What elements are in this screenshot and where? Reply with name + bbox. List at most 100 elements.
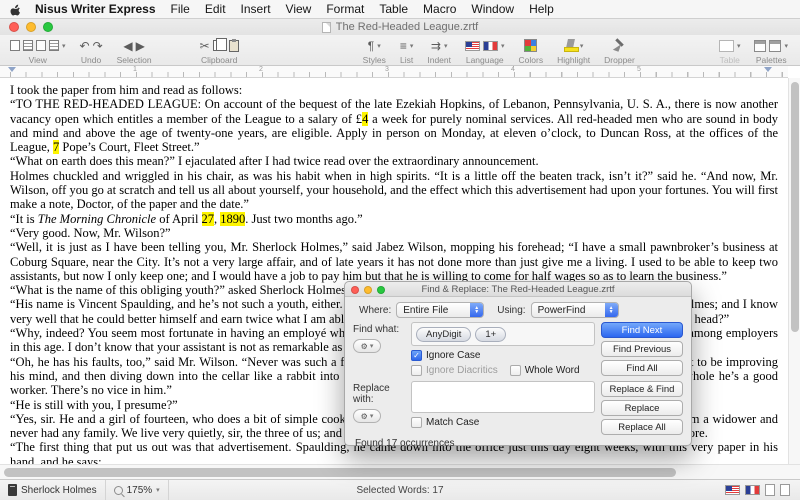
redo-icon[interactable]: ↷	[93, 39, 103, 53]
toolbar-group-clipboard[interactable]: ✂ Clipboard	[200, 37, 239, 65]
style-cell[interactable]: Sherlock Holmes	[0, 480, 106, 500]
menu-view[interactable]: View	[286, 2, 312, 16]
split-view-icon[interactable]	[49, 40, 59, 51]
dialog-zoom-button[interactable]	[377, 286, 385, 294]
draft-view-icon[interactable]	[10, 40, 20, 51]
menu-edit[interactable]: Edit	[205, 2, 226, 16]
toolbar-group-dropper[interactable]: Dropper	[604, 37, 635, 65]
vertical-scrollbar[interactable]	[788, 78, 800, 464]
paste-icon[interactable]	[228, 38, 239, 52]
palette-dock-icon[interactable]	[769, 39, 782, 52]
find-all-button[interactable]: Find All	[601, 360, 683, 376]
table-icon[interactable]	[718, 39, 734, 52]
menu-format[interactable]: Format	[326, 2, 364, 16]
secondary-flag-icon[interactable]	[483, 40, 498, 51]
copy-icon[interactable]	[212, 38, 227, 51]
menu-file[interactable]: File	[171, 2, 190, 16]
toolbar-group-indent[interactable]: ⇉ ▾ Indent	[427, 37, 451, 66]
chevron-down-icon[interactable]: ▾	[501, 42, 505, 50]
vertical-scrollbar-thumb[interactable]	[791, 82, 799, 332]
paragraph[interactable]: “It is The Morning Chronicle of April 27…	[10, 211, 778, 226]
zoom-cell[interactable]: 175% ▾	[106, 480, 169, 500]
paragraph[interactable]: “Very good. Now, Mr. Wilson?”	[10, 226, 778, 240]
find-options-gear-button[interactable]: ⚙ ▾	[353, 339, 381, 353]
chevron-down-icon[interactable]: ▾	[580, 42, 584, 50]
menu-nisus-writer-express[interactable]: Nisus Writer Express	[35, 2, 156, 16]
find-previous-button[interactable]: Find Previous	[601, 341, 683, 357]
toolbar-group-styles[interactable]: ¶ ▾ Styles	[363, 37, 386, 66]
menu-macro[interactable]: Macro	[423, 2, 456, 16]
toolbar-group-language[interactable]: ▾ Language	[465, 37, 505, 65]
facing-pages-icon[interactable]	[780, 484, 790, 496]
paragraph[interactable]: Holmes chuckled and wriggled in his chai…	[10, 169, 778, 212]
full-screen-view-icon[interactable]	[36, 40, 46, 51]
replace-options-gear-button[interactable]: ⚙ ▾	[353, 409, 381, 423]
us-flag-icon[interactable]	[725, 485, 740, 495]
dialog-minimize-button[interactable]	[364, 286, 372, 294]
minimize-button[interactable]	[26, 22, 36, 32]
toolbar-group-view[interactable]: ▾ View	[10, 37, 66, 65]
replace-all-button[interactable]: Replace All	[601, 419, 683, 435]
find-what-field[interactable]: AnyDigit 1+	[411, 322, 595, 346]
chevron-down-icon[interactable]: ▾	[377, 42, 381, 50]
highlight-icon[interactable]	[563, 39, 579, 52]
horizontal-scrollbar[interactable]	[0, 464, 800, 479]
where-select[interactable]: Entire File ▲ ▼	[396, 302, 485, 318]
find-next-button[interactable]: Find Next	[601, 322, 683, 338]
toolbar-group-list[interactable]: ≡ ▾ List	[400, 37, 414, 66]
us-flag-icon[interactable]	[465, 40, 480, 51]
replace-and-find-button[interactable]: Replace & Find	[601, 381, 683, 397]
toolbar-group-selection[interactable]: ◀ ▶ Selection	[117, 37, 152, 66]
select-next-icon[interactable]: ▶	[136, 39, 145, 53]
undo-icon[interactable]: ↶	[80, 39, 90, 53]
chevron-down-icon[interactable]: ▾	[156, 486, 160, 494]
powerfind-token[interactable]: 1+	[475, 326, 507, 342]
horizontal-scrollbar-thumb[interactable]	[4, 468, 676, 477]
paragraph-style-icon[interactable]: ¶	[368, 39, 374, 53]
toolbar-group-table[interactable]: ▾ Table	[718, 37, 741, 65]
ruler[interactable]: 1 2 3 4 5	[0, 66, 788, 78]
paragraph[interactable]: I took the paper from him and read as fo…	[10, 83, 778, 97]
dialog-title-bar[interactable]: Find & Replace: The Red-Headed League.zr…	[345, 282, 691, 297]
style-name[interactable]: Sherlock Holmes	[21, 485, 97, 496]
using-select[interactable]: PowerFind ▲ ▼	[530, 302, 619, 318]
highlighted-match[interactable]: 1890	[220, 211, 246, 226]
page-view-toggle-icon[interactable]	[765, 484, 775, 496]
replace-button[interactable]: Replace	[601, 400, 683, 416]
select-previous-icon[interactable]: ◀	[123, 39, 132, 53]
chevron-down-icon[interactable]: ▾	[784, 42, 788, 50]
colors-icon[interactable]	[524, 39, 538, 52]
list-icon[interactable]: ≡	[400, 39, 407, 53]
paragraph[interactable]: “Well, it is just as I have been telling…	[10, 240, 778, 283]
view-mode-icons[interactable]: ▾	[10, 37, 66, 54]
dialog-close-button[interactable]	[351, 286, 359, 294]
toolbar-group-palettes[interactable]: ▾ Palettes	[754, 37, 788, 65]
close-button[interactable]	[9, 22, 19, 32]
page-view-icon[interactable]	[23, 40, 33, 51]
toolbar-group-undo[interactable]: ↶ ↷ Undo	[80, 37, 103, 66]
chevron-down-icon[interactable]: ▾	[62, 42, 66, 50]
zoom-level[interactable]: 175%	[127, 485, 153, 496]
palette-icon[interactable]	[754, 39, 767, 52]
cut-icon[interactable]: ✂	[200, 39, 210, 53]
paragraph[interactable]: “What on earth does this mean?” I ejacul…	[10, 154, 778, 168]
replace-with-field[interactable]	[411, 381, 595, 413]
menu-help[interactable]: Help	[529, 2, 554, 16]
chevron-down-icon[interactable]: ▾	[444, 42, 448, 50]
whole-word-checkbox[interactable]: Whole Word	[509, 365, 580, 376]
dropper-icon[interactable]	[613, 39, 626, 52]
match-case-checkbox[interactable]: Match Case	[411, 417, 479, 428]
toolbar-group-colors[interactable]: Colors	[519, 37, 543, 65]
zoom-button[interactable]	[43, 22, 53, 32]
indent-icon[interactable]: ⇉	[431, 39, 441, 53]
chevron-down-icon[interactable]: ▾	[410, 42, 414, 50]
apple-menu-icon[interactable]	[10, 3, 21, 16]
secondary-flag-icon[interactable]	[745, 485, 760, 495]
menu-insert[interactable]: Insert	[241, 2, 271, 16]
menu-table[interactable]: Table	[379, 2, 408, 16]
menu-window[interactable]: Window	[471, 2, 514, 16]
powerfind-token[interactable]: AnyDigit	[416, 326, 472, 342]
paragraph[interactable]: “TO THE RED-HEADED LEAGUE: On account of…	[10, 97, 778, 155]
chevron-down-icon[interactable]: ▾	[737, 42, 741, 50]
ignore-case-checkbox[interactable]: Ignore Case	[411, 350, 480, 361]
